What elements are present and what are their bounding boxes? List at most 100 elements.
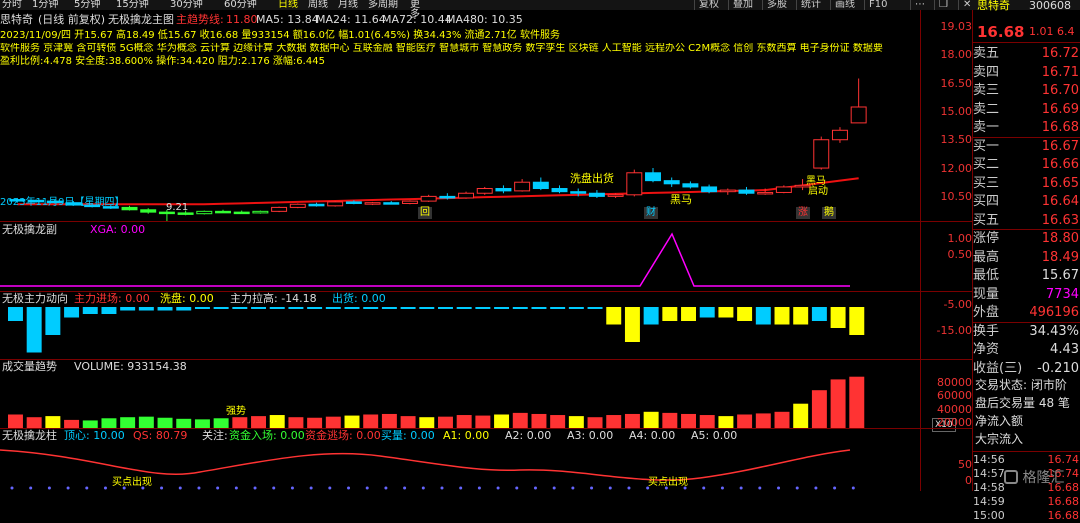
volume-bar bbox=[8, 414, 23, 428]
volume-bar bbox=[681, 413, 696, 428]
timeframe-tab-2[interactable]: 5分钟 bbox=[74, 0, 100, 10]
row-value: 4.43 bbox=[1050, 342, 1079, 357]
toolbar-button-2[interactable]: 多股 bbox=[762, 0, 791, 10]
flow-bar bbox=[550, 307, 566, 309]
toolbar-button-0[interactable]: 复权 bbox=[694, 0, 723, 10]
low-tag: 9.21 bbox=[166, 202, 189, 213]
row-value: 16.65 bbox=[1041, 175, 1079, 191]
volume-bar bbox=[830, 379, 846, 428]
timeframe-tab-6[interactable]: 日线 bbox=[278, 0, 298, 10]
quote-panel: 思特奇 300608 16.68 1.01 6.4 卖五 16.72 卖四 16.71… bbox=[973, 0, 1080, 522]
candle bbox=[289, 203, 306, 209]
timeframe-tab-1[interactable]: 1分钟 bbox=[32, 0, 58, 10]
separator bbox=[0, 221, 972, 222]
volume-bar bbox=[568, 416, 584, 428]
sell-level-2: 卖二 16.69 bbox=[973, 100, 1080, 120]
timeframe-tab-5[interactable]: 60分钟 bbox=[224, 0, 257, 10]
toolbar-button-5[interactable]: F10 bbox=[864, 0, 891, 10]
toolbar-button-1[interactable]: 叠加 bbox=[728, 0, 757, 10]
dot-marker bbox=[29, 486, 33, 490]
flow-bar bbox=[568, 307, 584, 309]
stat-row: 涨停 18.80 bbox=[973, 229, 1080, 249]
period-label: (日线 前复权) bbox=[38, 13, 106, 26]
axis-tick: 80000 bbox=[937, 376, 972, 389]
stat-row: 换手 34.43% bbox=[973, 322, 1080, 342]
panel3-chart[interactable] bbox=[0, 372, 920, 428]
ma480-value: MA480: 10.35 bbox=[446, 13, 523, 26]
candle bbox=[514, 179, 531, 192]
candle bbox=[645, 168, 661, 183]
tick-row: 14:59 16.68 bbox=[973, 495, 1080, 509]
volume-bar bbox=[26, 417, 42, 428]
row-label: 买五 bbox=[973, 212, 1000, 228]
toolbar-button-4[interactable]: 画线 bbox=[830, 0, 859, 10]
panel4-title[interactable]: 无极擒龙柱 bbox=[2, 430, 57, 442]
timeframe-tab-0[interactable]: 分时 bbox=[2, 0, 22, 10]
panel4-legend-item: QS: 80.79 bbox=[133, 429, 188, 442]
panel2-title[interactable]: 无极主力动向 bbox=[2, 293, 68, 305]
row-value: 15.67 bbox=[1041, 268, 1079, 283]
flow-bar bbox=[419, 307, 435, 309]
ellipsis-icon[interactable]: ⋯ bbox=[910, 0, 929, 10]
profit-line: 盈利比例:4.478 安全度:38.600% 操作:34.420 阻力:2.17… bbox=[0, 56, 325, 67]
badge-hui: 回 bbox=[418, 207, 432, 219]
row-label: 卖四 bbox=[973, 64, 1000, 80]
flow-bar bbox=[699, 307, 715, 318]
stat-row: 最高 18.49 bbox=[973, 248, 1080, 268]
timeframe-tab-9[interactable]: 多周期 bbox=[368, 0, 398, 10]
indicator-name[interactable]: 无极擒龙主图 bbox=[108, 14, 174, 26]
panel2-chart[interactable] bbox=[0, 306, 920, 360]
volume-bar bbox=[381, 413, 397, 428]
row-value: 16.72 bbox=[1041, 46, 1079, 61]
flow-bar bbox=[512, 307, 528, 309]
buy-level-1: 买一 16.67 bbox=[973, 137, 1080, 157]
timeframe-tab-8[interactable]: 月线 bbox=[338, 0, 358, 10]
volume-bar bbox=[232, 417, 248, 428]
volume-bar bbox=[755, 413, 771, 428]
flow-bar bbox=[26, 307, 42, 353]
timeframe-tab-4[interactable]: 30分钟 bbox=[170, 0, 203, 10]
panel4-legend-item: A4: 0.00 bbox=[629, 429, 676, 442]
buy-level-2: 买二 16.66 bbox=[973, 155, 1080, 175]
row-label: 买三 bbox=[973, 175, 1000, 191]
heima-tag: 黑马 bbox=[670, 193, 692, 206]
panel1-chart[interactable] bbox=[0, 226, 920, 292]
flow-bar bbox=[718, 307, 734, 318]
timeframe-tab-3[interactable]: 15分钟 bbox=[116, 0, 149, 10]
badge-e: 鹅 bbox=[822, 207, 836, 219]
dot-marker bbox=[552, 486, 556, 490]
panel1-axis: 1.00 0.50 bbox=[920, 226, 973, 292]
dot-marker bbox=[627, 486, 631, 490]
ohlc-line: 2023/11/09/四 开15.67 高18.49 低15.67 收16.68… bbox=[0, 30, 560, 41]
dot-marker bbox=[160, 486, 164, 490]
watermark-text: 格隆汇 bbox=[1022, 470, 1065, 486]
restore-icon[interactable]: ❐ bbox=[934, 0, 952, 10]
volume-bar bbox=[120, 417, 136, 428]
volume-bar bbox=[662, 412, 678, 428]
tick-time: 14:57 bbox=[973, 467, 1005, 480]
candle bbox=[196, 210, 213, 215]
flow-bar bbox=[531, 307, 547, 309]
main-candle-chart[interactable] bbox=[0, 68, 920, 221]
candle bbox=[775, 185, 792, 194]
flow-bar bbox=[624, 307, 640, 342]
volume-bar bbox=[45, 416, 61, 428]
timeframe-tab-7[interactable]: 周线 bbox=[308, 0, 328, 10]
volume-bar bbox=[438, 416, 453, 428]
flow-bar bbox=[587, 307, 603, 309]
quote-code: 300608 bbox=[1029, 0, 1071, 12]
flow-bar bbox=[774, 307, 790, 325]
flow-bar bbox=[101, 307, 117, 314]
panel4-legend-item: 资金入场: 0.00 bbox=[229, 429, 305, 442]
candle bbox=[701, 184, 718, 194]
candle bbox=[252, 210, 269, 214]
flow-bar bbox=[232, 307, 248, 309]
flow-bar bbox=[344, 307, 360, 309]
toolbar-button-3[interactable]: 统计 bbox=[796, 0, 825, 10]
panel4-legend-item: A3: 0.00 bbox=[567, 429, 614, 442]
axis-tick: 1.00 bbox=[947, 232, 973, 245]
tick-price: 16.74 bbox=[1047, 453, 1080, 466]
dot-marker bbox=[477, 486, 481, 490]
row-label: 买二 bbox=[973, 157, 1000, 172]
volume-bar bbox=[82, 420, 98, 428]
